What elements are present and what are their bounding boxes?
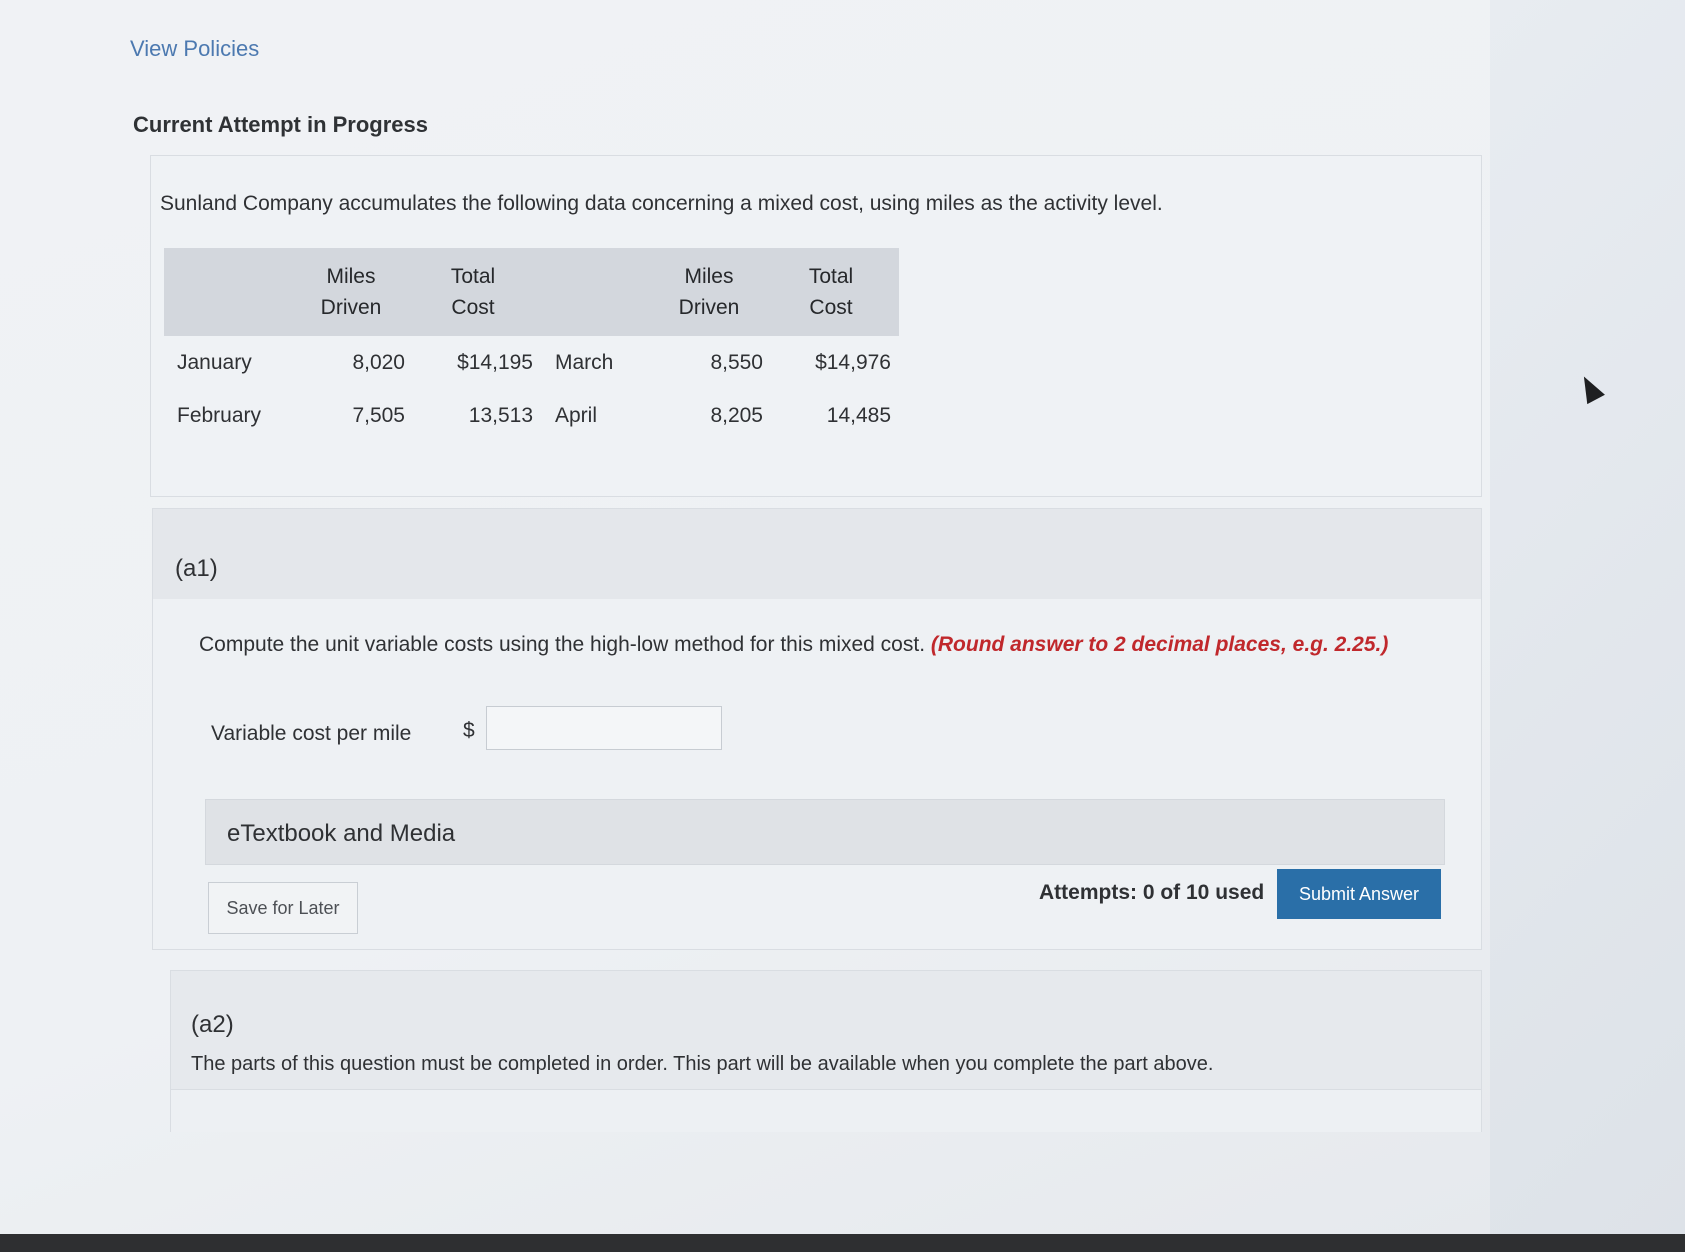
- table-row: February 7,505 13,513 April 8,205 14,485: [164, 389, 899, 442]
- table-row: January 8,020 $14,195 March 8,550 $14,97…: [164, 336, 899, 389]
- table-cell: $14,976: [815, 350, 891, 374]
- etextbook-label: eTextbook and Media: [227, 820, 456, 847]
- attempts-counter: Attempts: 0 of 10 used: [1039, 881, 1265, 904]
- locked-message: The parts of this question must be compl…: [191, 1053, 1214, 1075]
- part-a2-panel: (a2) The parts of this question must be …: [170, 970, 1482, 1132]
- part-a2-footer: [171, 1089, 1481, 1132]
- mouse-cursor-icon: [1575, 371, 1605, 405]
- table-header: [541, 248, 655, 336]
- save-for-later-button[interactable]: Save for Later: [208, 882, 358, 934]
- variable-cost-input[interactable]: [486, 706, 722, 750]
- part-label: (a1): [175, 555, 218, 582]
- table-cell: 8,205: [710, 403, 763, 427]
- assignment-page: View Policies Current Attempt in Progres…: [0, 0, 1490, 1235]
- table-header: Miles Driven: [655, 248, 771, 336]
- part-a1-panel: (a1) Compute the unit variable costs usi…: [152, 508, 1482, 950]
- table-cell: $14,195: [457, 350, 533, 374]
- table-header: [164, 248, 297, 336]
- section-title: Current Attempt in Progress: [133, 112, 429, 137]
- table-header-row: Miles Driven Total Cost Miles Driven Total C…: [164, 248, 899, 336]
- table-cell: 7,505: [352, 403, 405, 427]
- table-cell: February: [177, 403, 262, 427]
- screen-bezel: [0, 1234, 1685, 1252]
- submit-answer-button[interactable]: Submit Answer: [1277, 869, 1441, 919]
- variable-cost-label: Variable cost per mile: [211, 722, 412, 745]
- rounding-hint: (Round answer to 2 decimal places, e.g. …: [930, 633, 1389, 656]
- part-label: (a2): [191, 1011, 234, 1038]
- table-cell: 8,020: [352, 350, 405, 374]
- part-a1-header: (a1): [153, 509, 1481, 599]
- table-header: Total Cost: [771, 248, 899, 336]
- question-intro: Sunland Company accumulates the followin…: [160, 192, 1163, 215]
- data-table: Miles Driven Total Cost Miles Driven Total C…: [164, 248, 899, 442]
- currency-symbol: $: [463, 719, 475, 742]
- table-cell: 8,550: [710, 350, 763, 374]
- question-box: Sunland Company accumulates the followin…: [150, 155, 1482, 497]
- etextbook-media-panel[interactable]: eTextbook and Media: [205, 799, 1445, 865]
- instruction: Compute the unit variable costs using th…: [199, 633, 1388, 657]
- table-cell: 14,485: [826, 403, 891, 427]
- instruction-text: Compute the unit variable costs using th…: [199, 633, 926, 656]
- table-cell: 13,513: [468, 403, 533, 427]
- view-policies-link[interactable]: View Policies: [130, 36, 259, 62]
- table-header: Miles Driven: [297, 248, 413, 336]
- table-cell: April: [555, 403, 598, 427]
- table-cell: January: [177, 350, 252, 374]
- table-header: Total Cost: [413, 248, 541, 336]
- table-cell: March: [555, 350, 614, 374]
